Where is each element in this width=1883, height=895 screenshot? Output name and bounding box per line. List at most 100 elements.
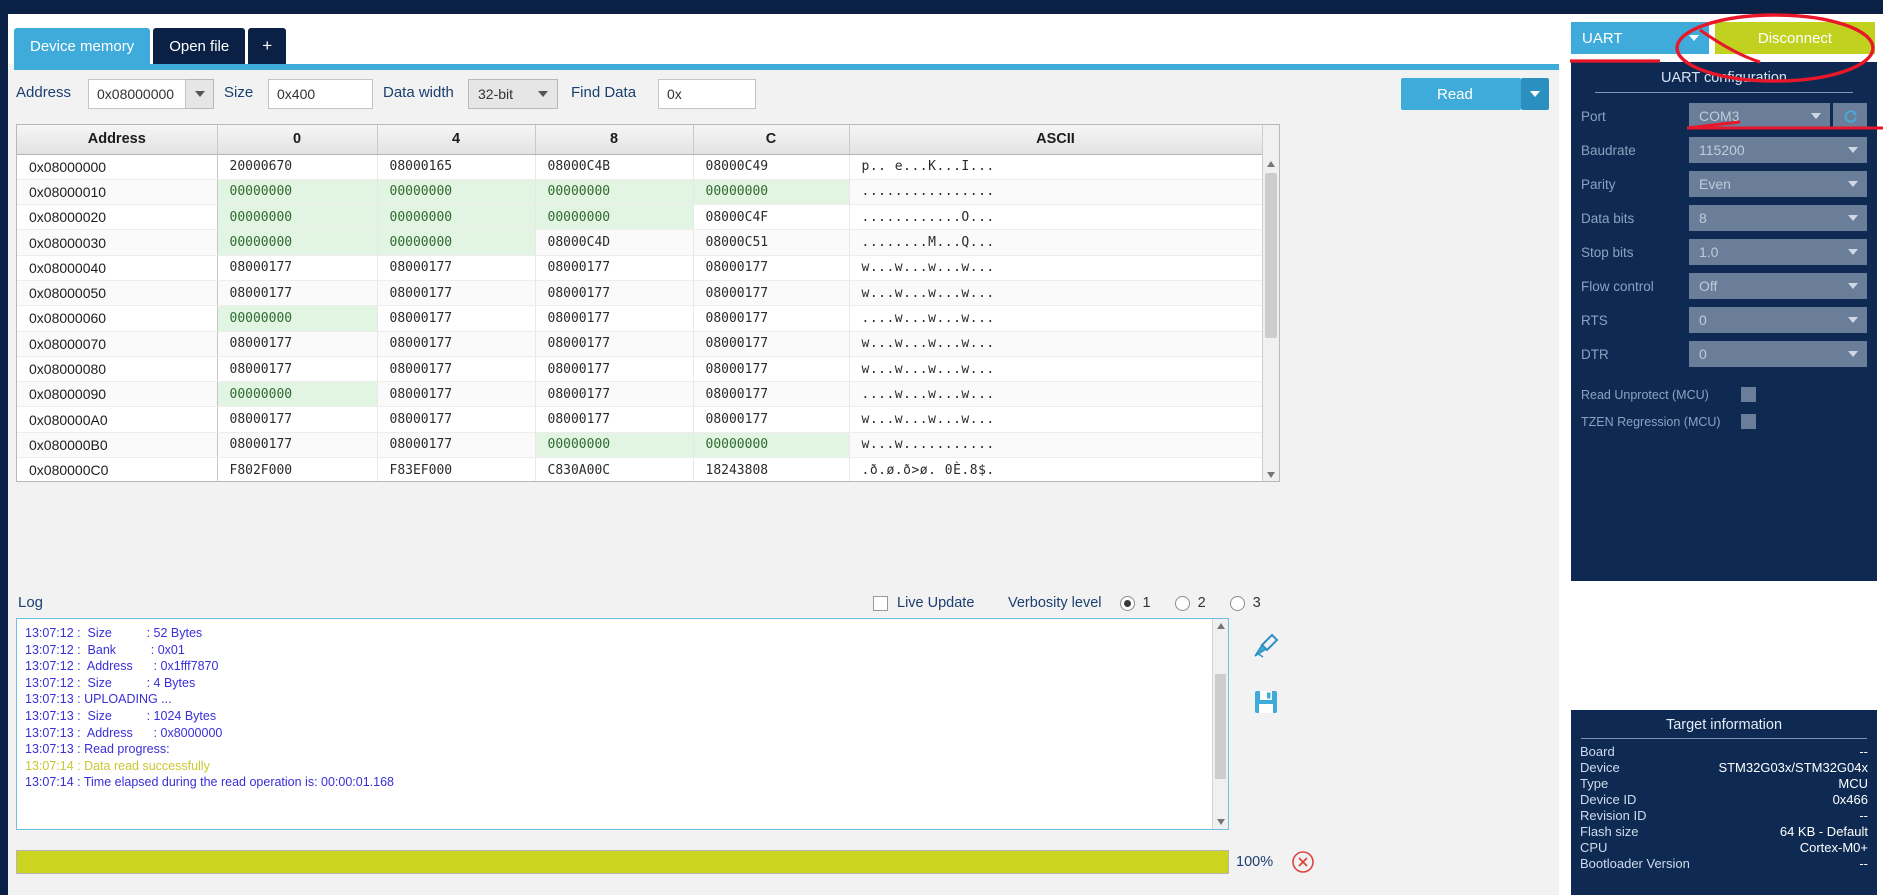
memory-word-cell-c[interactable]: 08000177 [693,280,850,307]
memory-word-cell-4[interactable]: 08000177 [377,432,536,459]
tab-device-memory[interactable]: Device memory [14,28,151,64]
memory-address-cell[interactable]: 0x08000070 [17,331,218,357]
table-row[interactable]: 0x08000090 00000000 08000177 08000177 080001… [17,381,1263,408]
memory-word-cell-4[interactable]: 00000000 [377,204,536,231]
uart-field-select[interactable]: 0 [1689,307,1867,333]
memory-word-cell-0[interactable]: 08000177 [217,356,378,383]
memory-word-cell-0[interactable]: 08000177 [217,331,378,357]
memory-word-cell-c[interactable]: 08000177 [693,406,850,433]
table-row[interactable]: 0x080000B0 08000177 08000177 00000000 000000… [17,432,1263,459]
log-scroll-up-icon[interactable] [1217,623,1225,629]
memory-ascii-cell[interactable]: w...w...w...w... [849,280,1263,307]
col-header-ascii[interactable]: ASCII [849,125,1263,155]
memory-word-cell-8[interactable]: C830A00C [535,457,694,481]
table-row[interactable]: 0x08000070 08000177 08000177 08000177 080001… [17,331,1263,357]
uart-field-select[interactable]: 8 [1689,205,1867,231]
uart-checkbox[interactable] [1741,387,1756,402]
memory-word-cell-0[interactable]: F802F000 [217,457,378,481]
uart-field-select[interactable]: Off [1689,273,1867,299]
find-data-input[interactable]: 0x [658,79,756,109]
table-row[interactable]: 0x08000050 08000177 08000177 08000177 080001… [17,280,1263,307]
memory-word-cell-4[interactable]: 08000165 [377,154,536,180]
memory-word-cell-8[interactable]: 08000177 [535,305,694,332]
memory-word-cell-4[interactable]: 00000000 [377,179,536,206]
memory-word-cell-0[interactable]: 08000177 [217,280,378,307]
uart-field-select[interactable]: 1.0 [1689,239,1867,265]
memory-word-cell-8[interactable]: 08000177 [535,381,694,408]
memory-address-cell[interactable]: 0x08000010 [17,179,218,206]
memory-address-cell[interactable]: 0x080000C0 [17,457,218,481]
memory-table-scrollbar[interactable] [1262,125,1279,481]
memory-address-cell[interactable]: 0x08000090 [17,381,218,408]
size-input[interactable]: 0x400 [268,79,373,109]
interface-select[interactable]: UART [1571,22,1709,54]
memory-word-cell-8[interactable]: 00000000 [535,179,694,206]
memory-word-cell-4[interactable]: 08000177 [377,305,536,332]
memory-word-cell-8[interactable]: 08000177 [535,406,694,433]
memory-word-cell-c[interactable]: 08000177 [693,305,850,332]
memory-word-cell-0[interactable]: 08000177 [217,406,378,433]
clear-log-button[interactable] [1248,628,1284,664]
memory-word-cell-8[interactable]: 08000C4B [535,154,694,180]
memory-ascii-cell[interactable]: ....w...w...w... [849,381,1263,408]
memory-address-cell[interactable]: 0x08000000 [17,154,218,180]
live-update-control[interactable]: Live Update [873,595,974,611]
address-input[interactable]: 0x08000000 [88,79,186,109]
memory-word-cell-0[interactable]: 00000000 [217,381,378,408]
memory-address-cell[interactable]: 0x08000080 [17,356,218,383]
memory-ascii-cell[interactable]: ........M...Q... [849,229,1263,256]
table-row[interactable]: 0x080000A0 08000177 08000177 08000177 080001… [17,406,1263,433]
col-header-address[interactable]: Address [17,125,218,155]
memory-ascii-cell[interactable]: p.. e...K...I... [849,154,1263,180]
refresh-ports-button[interactable] [1833,103,1867,129]
memory-word-cell-c[interactable]: 08000C49 [693,154,850,180]
live-update-checkbox[interactable] [873,595,888,611]
read-button[interactable]: Read [1401,78,1521,110]
memory-ascii-cell[interactable]: .ð.ø.ð>ø. 0È.8$. [849,457,1263,481]
memory-word-cell-4[interactable]: F83EF000 [377,457,536,481]
table-row[interactable]: 0x08000040 08000177 08000177 08000177 080001… [17,255,1263,281]
memory-address-cell[interactable]: 0x08000040 [17,255,218,281]
uart-field-select[interactable]: Even [1689,171,1867,197]
table-row[interactable]: 0x08000020 00000000 00000000 00000000 08000C… [17,204,1263,231]
memory-word-cell-0[interactable]: 20000670 [217,154,378,180]
memory-word-cell-4[interactable]: 08000177 [377,280,536,307]
verbosity-radio-1[interactable] [1119,595,1135,611]
table-row[interactable]: 0x08000000 20000670 08000165 08000C4B 08000C… [17,154,1263,180]
memory-address-cell[interactable]: 0x08000060 [17,305,218,332]
memory-ascii-cell[interactable]: ....w...w...w... [849,305,1263,332]
table-row[interactable]: 0x08000060 00000000 08000177 08000177 080001… [17,305,1263,332]
memory-word-cell-c[interactable]: 00000000 [693,432,850,459]
memory-word-cell-0[interactable]: 08000177 [217,432,378,459]
disconnect-button[interactable]: Disconnect [1715,22,1875,54]
memory-ascii-cell[interactable]: ............O... [849,204,1263,231]
verbosity-radio-2[interactable] [1174,595,1190,611]
uart-field-select[interactable]: 115200 [1689,137,1867,163]
log-output-area[interactable]: 13:07:12 : Size : 52 Bytes 13:07:12 : Ban… [16,618,1229,830]
memory-address-cell[interactable]: 0x08000020 [17,204,218,231]
address-dropdown-button[interactable] [186,79,214,109]
col-header-c[interactable]: C [693,125,850,155]
memory-ascii-cell[interactable]: ................ [849,179,1263,206]
uart-checkbox[interactable] [1741,414,1756,429]
memory-word-cell-4[interactable]: 08000177 [377,356,536,383]
memory-word-cell-c[interactable]: 18243808 [693,457,850,481]
table-row[interactable]: 0x08000030 00000000 00000000 08000C4D 08000C… [17,229,1263,256]
memory-word-cell-8[interactable]: 00000000 [535,432,694,459]
memory-word-cell-0[interactable]: 08000177 [217,255,378,281]
tab-open-file[interactable]: Open file [153,28,246,64]
uart-field-select[interactable]: COM3 [1689,103,1830,129]
memory-ascii-cell[interactable]: w...w........... [849,432,1263,459]
log-scroll-thumb[interactable] [1215,674,1226,779]
data-width-select[interactable]: 32-bit [468,79,558,109]
memory-word-cell-8[interactable]: 08000C4D [535,229,694,256]
memory-word-cell-c[interactable]: 08000177 [693,356,850,383]
cancel-operation-button[interactable] [1291,850,1315,874]
memory-word-cell-4[interactable]: 08000177 [377,406,536,433]
memory-word-cell-c[interactable]: 08000177 [693,381,850,408]
memory-word-cell-c[interactable]: 00000000 [693,179,850,206]
read-dropdown-button[interactable] [1521,78,1549,110]
memory-word-cell-0[interactable]: 00000000 [217,204,378,231]
memory-word-cell-4[interactable]: 08000177 [377,331,536,357]
memory-ascii-cell[interactable]: w...w...w...w... [849,406,1263,433]
